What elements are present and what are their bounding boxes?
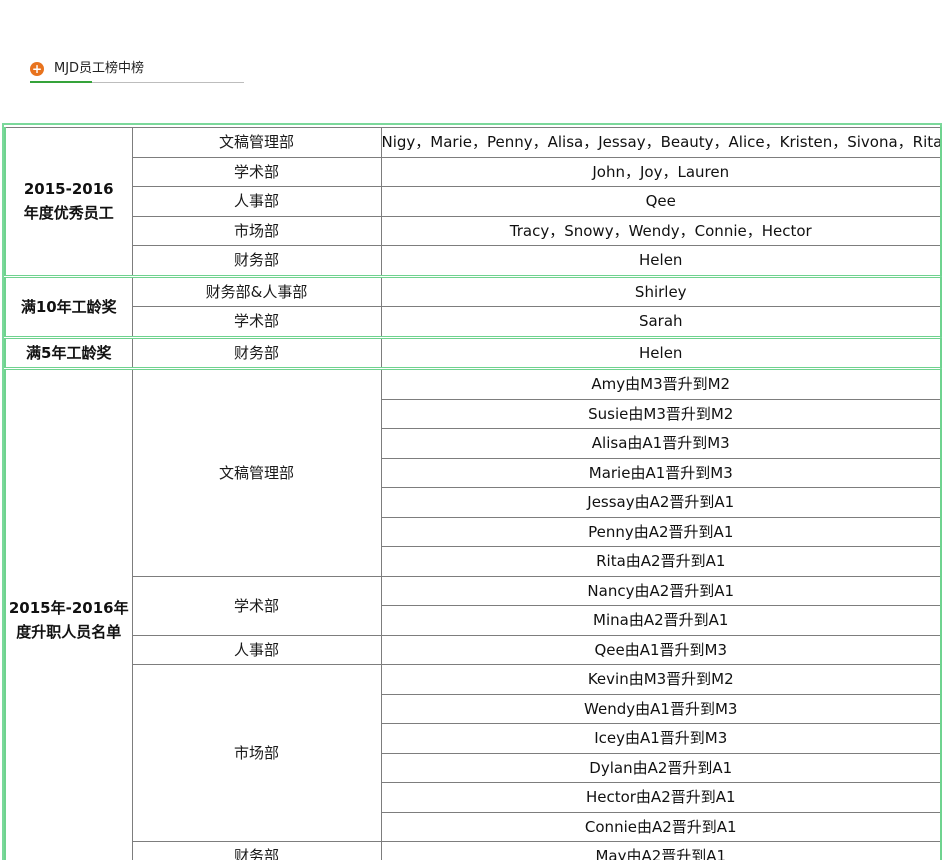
department-cell: 学术部: [131, 156, 382, 187]
category-label: 度升职人员名单: [16, 623, 122, 642]
department-cell: 学术部: [131, 575, 382, 636]
department-cell: 财务部: [131, 245, 382, 277]
department-cell: 人事部: [131, 634, 382, 665]
names-cell: John，Joy，Lauren: [380, 156, 942, 187]
category-label: 满5年工龄奖: [26, 343, 112, 362]
award-table-body: 2015-2016 年度优秀员工 文稿管理部 Nigy，Marie，Penny，Ali…: [4, 127, 942, 860]
names-cell: Hector由A2晋升到A1: [380, 782, 942, 813]
names-cell: Marie由A1晋升到M3: [380, 457, 942, 488]
table-row: 市场部 Kevin由M3晋升到M2: [5, 664, 942, 842]
category-cell: 2015-2016 年度优秀员工: [4, 127, 133, 277]
names-cell: Sarah: [380, 306, 942, 338]
names-cell: Dylan由A2晋升到A1: [380, 752, 942, 783]
table-row: 2015-2016 年度优秀员工 文稿管理部 Nigy，Marie，Penny，Ali…: [4, 127, 942, 277]
names-cell: May由A2晋升到A1: [380, 841, 942, 860]
category-label: 2015年-2016年: [8, 599, 129, 618]
department-cell: 人事部: [131, 186, 382, 217]
names-cell: Connie由A2晋升到A1: [380, 811, 942, 842]
names-cell: Wendy由A1晋升到M3: [380, 693, 942, 724]
category-label: 满10年工龄奖: [20, 297, 117, 316]
names-cell: Jessay由A2晋升到A1: [380, 487, 942, 518]
category-label: 年度优秀员工: [23, 204, 114, 223]
names-cell: Helen: [380, 335, 942, 369]
table-row: 满5年工龄奖 财务部 Helen: [4, 335, 942, 369]
names-cell: Alisa由A1晋升到M3: [380, 428, 942, 459]
table-row: 市场部 Tracy，Snowy，Wendy，Connie，Hector: [5, 215, 942, 246]
table-row: 2015年-2016年 度升职人员名单 文稿管理部 Amy由M3晋升到M2: [4, 367, 942, 860]
category-label: 2015-2016: [23, 180, 114, 199]
page-title: MJD员工榜中榜: [54, 61, 145, 76]
plus-icon: +: [30, 62, 44, 76]
table-row: 满10年工龄奖 财务部&人事部 Shirley: [4, 274, 942, 338]
department-cell: 市场部: [131, 215, 382, 246]
department-cell: 学术部: [131, 306, 382, 338]
department-cell: 财务部&人事部: [131, 274, 382, 307]
names-cell: Rita由A2晋升到A1: [380, 546, 942, 577]
table-row: 人事部 Qee: [5, 186, 942, 217]
names-cell: Icey由A1晋升到M3: [380, 723, 942, 754]
names-cell: Penny由A2晋升到A1: [380, 516, 942, 547]
names-cell: Qee由A1晋升到M3: [380, 634, 942, 665]
names-cell: Shirley: [380, 274, 942, 307]
names-cell: Nancy由A2晋升到A1: [380, 575, 942, 606]
table-row: 学术部 Sarah: [5, 306, 942, 338]
award-table: 2015-2016 年度优秀员工 文稿管理部 Nigy，Marie，Penny，Ali…: [4, 127, 942, 860]
names-cell: Mina由A2晋升到A1: [380, 605, 942, 636]
department-cell: 文稿管理部: [131, 127, 382, 158]
names-cell: Tracy，Snowy，Wendy，Connie，Hector: [380, 215, 942, 246]
heading-accent-underline: [30, 81, 92, 83]
department-cell: 文稿管理部: [131, 367, 382, 577]
table-row: 学术部 Nancy由A2晋升到A1: [5, 575, 942, 636]
table-row: 人事部 Qee由A1晋升到M3: [5, 634, 942, 665]
names-cell: Amy由M3晋升到M2: [380, 367, 942, 400]
names-cell: Qee: [380, 186, 942, 217]
names-cell: Kevin由M3晋升到M2: [380, 664, 942, 695]
table-row: 财务部 Helen: [5, 245, 942, 277]
category-cell: 满10年工龄奖: [4, 274, 133, 338]
section-heading: + MJD员工榜中榜: [30, 58, 244, 83]
page: + MJD员工榜中榜 2015-2016 年度优秀员工 文稿管理部 Nigy，Mari…: [0, 0, 944, 860]
names-cell: Susie由M3晋升到M2: [380, 398, 942, 429]
names-cell: Helen: [380, 245, 942, 277]
department-cell: 市场部: [131, 664, 382, 842]
department-cell: 财务部: [131, 841, 382, 860]
table-row: 学术部 John，Joy，Lauren: [5, 156, 942, 187]
names-cell: Nigy，Marie，Penny，Alisa，Jessay，Beauty，Ali…: [380, 127, 942, 158]
category-cell: 2015年-2016年 度升职人员名单: [4, 367, 133, 860]
table-row: 财务部 May由A2晋升到A1: [5, 841, 942, 860]
category-cell: 满5年工龄奖: [4, 335, 133, 369]
department-cell: 财务部: [131, 335, 382, 369]
